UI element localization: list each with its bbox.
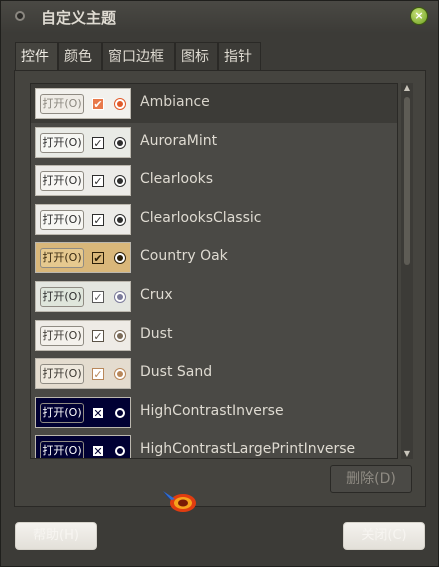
tab-colors[interactable]: 颜色 (58, 42, 102, 70)
theme-row[interactable]: 打开(O) ✓ Dust Sand (31, 354, 397, 394)
theme-row[interactable]: 打开(O) ✕ HighContrastLargePrintInverse (31, 431, 397, 459)
theme-preview: 打开(O) ✓ (35, 358, 131, 390)
theme-name: Crux (140, 287, 173, 303)
tab-controls[interactable]: 控件 (15, 42, 58, 70)
theme-preview: 打开(O) ✓ (35, 126, 131, 158)
theme-preview: 打开(O) ✔ (35, 88, 131, 119)
preview-open-button: 打开(O) (40, 94, 84, 114)
theme-preview: 打开(O) ✓ (35, 319, 131, 351)
controls-panel: 打开(O) ✔ Ambiance 打开(O) ✓ AuroraMint 打开(O) ✓ Clea… (14, 70, 426, 507)
preview-open-button: 打开(O) (40, 248, 84, 269)
tab-label: 指针 (224, 49, 252, 65)
theme-preview: 打开(O) ✕ (35, 396, 131, 428)
preview-checkbox-icon: ✓ (92, 368, 104, 382)
preview-open-button: 打开(O) (40, 287, 84, 307)
preview-open-button: 打开(O) (40, 325, 84, 346)
tab-label: 控件 (21, 49, 49, 65)
theme-row[interactable]: 打开(O) ✔ Ambiance (31, 84, 397, 123)
preview-radio-icon (114, 368, 126, 381)
tab-pointer[interactable]: 指针 (218, 42, 261, 70)
theme-name: Clearlooks (140, 171, 214, 188)
theme-name: HighContrastLargePrintInverse (140, 441, 356, 458)
close-button[interactable]: 关闭(C) (343, 522, 425, 550)
theme-name: AuroraMint (140, 132, 218, 149)
help-button[interactable]: 帮助(H) (15, 522, 97, 550)
tab-label: 颜色 (64, 49, 92, 65)
preview-open-button: 打开(O) (40, 171, 84, 192)
preview-open-button: 打开(O) (40, 209, 84, 230)
preview-checkbox-icon: ✔ (92, 252, 104, 266)
theme-row[interactable]: 打开(O) ✓ ClearlooksClassic (31, 199, 397, 239)
preview-radio-icon (114, 175, 126, 188)
ubuntu-tweak-logo-icon (163, 491, 196, 512)
theme-name: Dust Sand (140, 364, 213, 381)
window-menu-icon[interactable] (15, 11, 25, 21)
theme-row[interactable]: 打开(O) ✔ Country Oak (31, 238, 397, 278)
preview-checkbox-icon: ✕ (92, 445, 104, 459)
theme-list[interactable]: 打开(O) ✔ Ambiance 打开(O) ✓ AuroraMint 打开(O) ✓ Clea… (30, 83, 398, 459)
close-window-button[interactable]: × (410, 7, 428, 25)
preview-checkbox-icon: ✔ (92, 98, 104, 111)
scroll-thumb[interactable] (404, 97, 410, 265)
tab-window-border[interactable]: 窗口边框 (102, 42, 175, 70)
preview-open-button: 打开(O) (40, 441, 84, 458)
customize-theme-window: 自定义主题 × 控件 颜色 窗口边框 图标 指针 打开(O) ✔ Ambiance 打… (0, 0, 439, 567)
preview-radio-icon (114, 406, 126, 419)
theme-row[interactable]: 打开(O) ✓ AuroraMint (31, 122, 397, 162)
theme-name: Country Oak (140, 248, 228, 265)
tab-label: 窗口边框 (108, 49, 164, 65)
theme-row[interactable]: 打开(O) ✓ Clearlooks (31, 161, 397, 201)
theme-name: HighContrastInverse (140, 402, 284, 419)
preview-radio-icon (114, 136, 126, 149)
titlebar: 自定义主题 × (1, 1, 438, 33)
theme-list-scrollbar[interactable]: ▲ ▼ (401, 83, 413, 459)
preview-checkbox-icon: ✓ (92, 213, 104, 227)
tab-label: 图标 (181, 49, 209, 65)
theme-row[interactable]: 打开(O) ✓ Dust (31, 315, 397, 355)
theme-name: Ambiance (140, 94, 210, 110)
theme-row[interactable]: 打开(O) ✓ Crux (31, 277, 397, 316)
theme-name: ClearlooksClassic (140, 209, 262, 226)
preview-radio-icon (114, 98, 126, 110)
preview-open-button: 打开(O) (40, 364, 84, 385)
theme-preview: 打开(O) ✔ (35, 242, 131, 274)
preview-radio-icon (114, 213, 126, 226)
tab-icons[interactable]: 图标 (175, 42, 218, 70)
theme-preview: 打开(O) ✓ (35, 165, 131, 197)
scroll-up-arrow-icon[interactable]: ▲ (401, 83, 413, 93)
theme-preview: 打开(O) ✓ (35, 203, 131, 235)
window-title: 自定义主题 (41, 9, 117, 27)
preview-checkbox-icon: ✕ (92, 406, 104, 420)
preview-radio-icon (114, 291, 126, 303)
preview-radio-icon (114, 252, 126, 265)
theme-row[interactable]: 打开(O) ✕ HighContrastInverse (31, 392, 397, 432)
preview-open-button: 打开(O) (40, 132, 84, 153)
delete-button[interactable]: 删除(D) (330, 465, 412, 493)
theme-name: Dust (140, 325, 173, 342)
preview-open-button: 打开(O) (40, 402, 84, 423)
scroll-down-arrow-icon[interactable]: ▼ (401, 449, 413, 459)
preview-checkbox-icon: ✓ (92, 329, 104, 343)
theme-preview: 打开(O) ✕ (35, 435, 131, 459)
preview-checkbox-icon: ✓ (92, 175, 104, 189)
preview-radio-icon (114, 329, 126, 342)
theme-preview: 打开(O) ✓ (35, 281, 131, 312)
preview-radio-icon (114, 445, 126, 458)
preview-checkbox-icon: ✓ (92, 136, 104, 150)
preview-checkbox-icon: ✓ (92, 291, 104, 304)
